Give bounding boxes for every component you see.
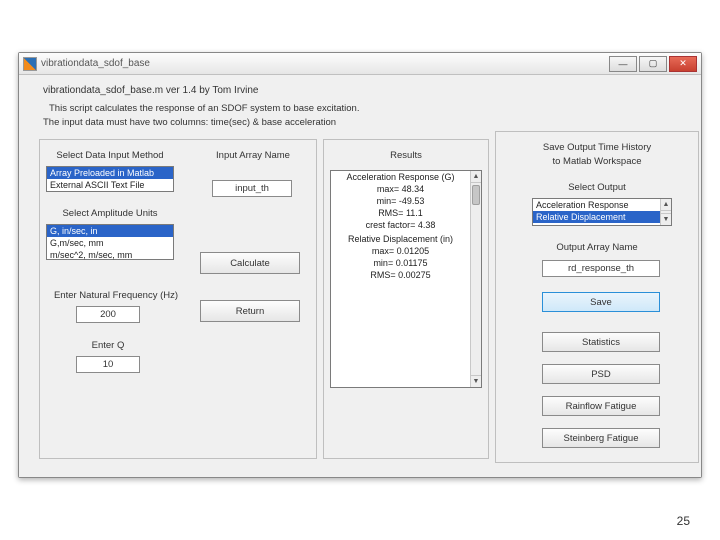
minimize-button[interactable]: — (609, 56, 637, 72)
app-window: vibrationdata_sdof_base — ▢ ✕ vibrationd… (18, 52, 702, 478)
results-scrollbar[interactable]: ▲ ▼ (470, 171, 481, 387)
statistics-button[interactable]: Statistics (542, 332, 660, 352)
close-button[interactable]: ✕ (669, 56, 697, 72)
calculate-button[interactable]: Calculate (200, 252, 300, 274)
app-icon (23, 57, 37, 71)
amp-option-2[interactable]: m/sec^2, m/sec, mm (47, 249, 173, 261)
method-option-preloaded[interactable]: Array Preloaded in Matlab (47, 167, 173, 179)
input-method-list[interactable]: Array Preloaded in Matlab External ASCII… (46, 166, 174, 192)
results-line: crest factor= 4.38 (331, 219, 470, 231)
amp-option-0[interactable]: G, in/sec, in (47, 225, 173, 237)
results-line: RMS= 11.1 (331, 207, 470, 219)
steinberg-button[interactable]: Steinberg Fatigue (542, 428, 660, 448)
amplitude-units-list[interactable]: G, in/sec, in G,m/sec, mm m/sec^2, m/sec… (46, 224, 174, 260)
window-title: vibrationdata_sdof_base (41, 58, 150, 69)
output-panel: Save Output Time History to Matlab Works… (495, 131, 699, 463)
maximize-button[interactable]: ▢ (639, 56, 667, 72)
results-panel: Results Acceleration Response (G) max= 4… (323, 139, 489, 459)
output-array-label: Output Array Name (496, 242, 698, 253)
input-array-input[interactable]: input_th (212, 180, 292, 197)
select-output-label: Select Output (496, 182, 698, 193)
results-title: Results (324, 150, 488, 161)
results-line: min= -49.53 (331, 195, 470, 207)
script-title: vibrationdata_sdof_base.m ver 1.4 by Tom… (43, 85, 259, 96)
results-line: max= 0.01205 (331, 245, 470, 257)
output-select-list[interactable]: Acceleration Response Relative Displacem… (532, 198, 672, 226)
results-line: RMS= 0.00275 (331, 269, 470, 281)
output-option-accel[interactable]: Acceleration Response (533, 199, 660, 211)
results-line: Relative Displacement (in) (331, 233, 470, 245)
method-option-ascii[interactable]: External ASCII Text File (47, 179, 173, 191)
results-line: Acceleration Response (G) (331, 171, 470, 183)
output-scrollbar[interactable]: ▲ ▼ (660, 199, 671, 225)
scroll-down-icon[interactable]: ▼ (471, 375, 481, 387)
psd-button[interactable]: PSD (542, 364, 660, 384)
input-note: The input data must have two columns: ti… (43, 117, 336, 128)
output-option-reldisp[interactable]: Relative Displacement (533, 211, 660, 223)
return-button[interactable]: Return (200, 300, 300, 322)
q-input[interactable]: 10 (76, 356, 140, 373)
scroll-up-icon[interactable]: ▲ (661, 199, 671, 211)
results-line: min= 0.01175 (331, 257, 470, 269)
save-header-1: Save Output Time History (496, 142, 698, 153)
input-panel: Select Data Input Method Array Preloaded… (39, 139, 317, 459)
scroll-up-icon[interactable]: ▲ (471, 171, 481, 183)
input-array-label: Input Array Name (198, 150, 308, 161)
results-list[interactable]: Acceleration Response (G) max= 48.34 min… (330, 170, 482, 388)
results-line: max= 48.34 (331, 183, 470, 195)
page-number: 25 (677, 514, 690, 528)
amplitude-units-label: Select Amplitude Units (50, 208, 170, 219)
nat-freq-input[interactable]: 200 (76, 306, 140, 323)
q-label: Enter Q (76, 340, 140, 351)
save-header-2: to Matlab Workspace (496, 156, 698, 167)
rainflow-button[interactable]: Rainflow Fatigue (542, 396, 660, 416)
nat-freq-label: Enter Natural Frequency (Hz) (46, 290, 186, 301)
content-area: vibrationdata_sdof_base.m ver 1.4 by Tom… (19, 75, 701, 477)
script-desc: This script calculates the response of a… (49, 103, 359, 114)
amp-option-1[interactable]: G,m/sec, mm (47, 237, 173, 249)
save-button[interactable]: Save (542, 292, 660, 312)
scroll-down-icon[interactable]: ▼ (661, 213, 671, 225)
titlebar: vibrationdata_sdof_base — ▢ ✕ (19, 53, 701, 75)
scroll-thumb[interactable] (472, 185, 480, 205)
select-method-label: Select Data Input Method (50, 150, 170, 161)
output-array-input[interactable]: rd_response_th (542, 260, 660, 277)
